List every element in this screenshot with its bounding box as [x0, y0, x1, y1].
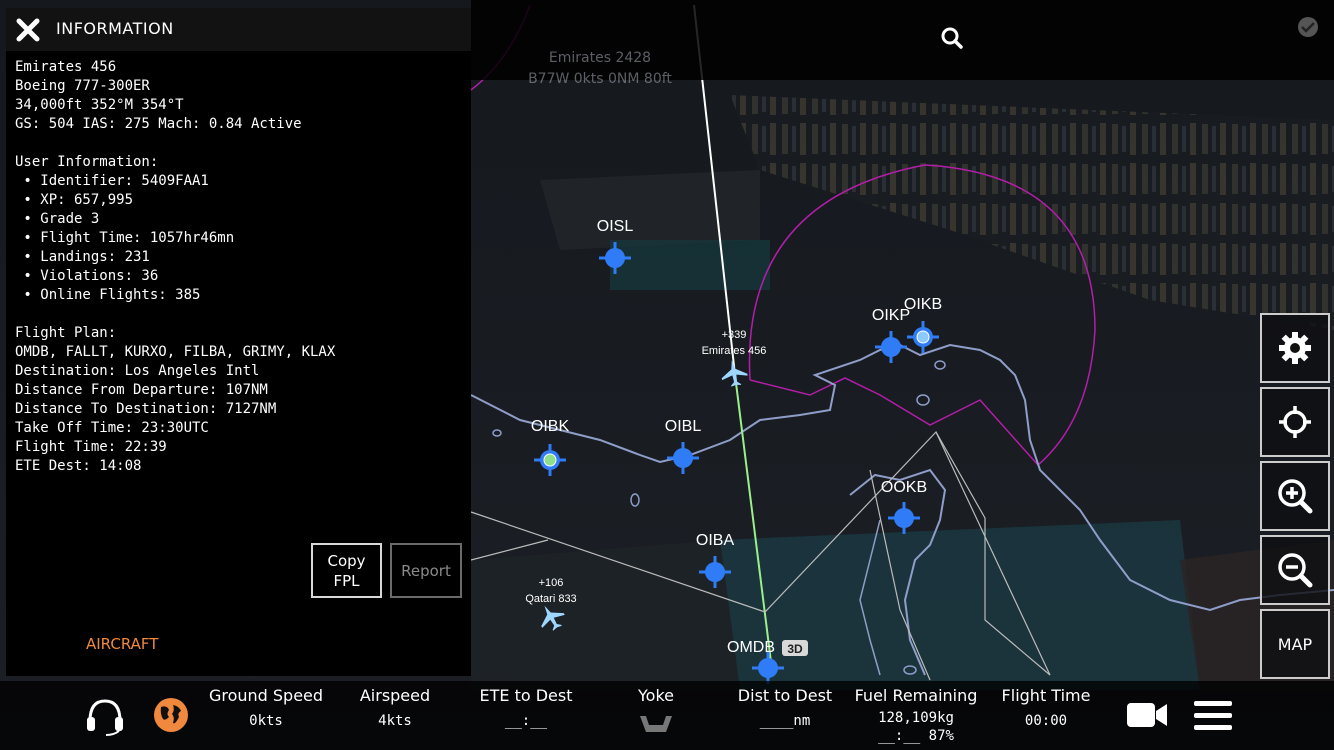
center-button[interactable] — [1260, 387, 1330, 457]
flight-time-stat: Flight Time 00:00 — [976, 681, 1116, 729]
airspeed-label: Airspeed — [359, 686, 431, 705]
aircraft-callsign: Qatari 833 — [525, 593, 576, 605]
fuel-time-value: __:__ 87% — [878, 728, 954, 744]
aircraft-tab[interactable]: AIRCRAFT — [86, 635, 158, 653]
bottom-bar: Ground Speed 0kts Airspeed 4kts ETE to D… — [0, 681, 1334, 750]
menu-icon — [1194, 701, 1232, 730]
zoom-out-button[interactable] — [1260, 535, 1330, 605]
ete-stat: ETE to Dest __:__ — [456, 681, 596, 729]
dist-value: ____nm — [759, 713, 811, 729]
badge-3d[interactable]: 3D — [782, 640, 808, 656]
dist-stat: Dist to Dest ____nm — [715, 681, 855, 729]
fuel-label: Fuel Remaining — [854, 686, 978, 705]
terminal-structure — [540, 170, 760, 250]
copy-fpl-button[interactable]: Copy FPL — [311, 543, 382, 598]
badge-3d-label: 3D — [787, 642, 803, 656]
ground-speed-stat: Ground Speed 0kts — [196, 681, 336, 729]
top-bar — [471, 0, 1334, 80]
ground-speed-label: Ground Speed — [208, 686, 324, 705]
ghost-aircraft-callsign: Emirates 2428 — [548, 50, 652, 66]
live-button[interactable] — [153, 697, 189, 737]
flight-time-value: 00:00 — [1024, 713, 1068, 729]
aircraft-callsign: Emirates 456 — [702, 345, 767, 357]
ete-value: __:__ — [504, 713, 548, 729]
gear-icon — [1279, 332, 1311, 364]
aircraft-altitude: +339 — [722, 329, 747, 341]
crosshair-icon — [1279, 406, 1311, 438]
glass-floor — [720, 520, 1200, 690]
airspeed-stat: Airspeed 4kts — [325, 681, 465, 729]
glass-panel — [610, 240, 770, 290]
fuel-stat: Fuel Remaining 128,109kg __:__ 87% — [846, 681, 986, 744]
waypoint-label: OOKB — [881, 479, 927, 496]
search-icon — [941, 27, 963, 49]
aircraft-altitude: +106 — [539, 577, 564, 589]
zoom-out-icon — [1278, 553, 1313, 588]
search-button[interactable] — [936, 22, 968, 54]
ground-speed-value: 0kts — [249, 713, 283, 729]
waypoint-label: OIBK — [531, 418, 570, 435]
fuel-value: 128,109kg — [878, 710, 954, 726]
close-button[interactable] — [15, 17, 41, 43]
settings-button[interactable] — [1260, 313, 1330, 383]
information-panel: INFORMATION Emirates 456 Boeing 777-300E… — [6, 8, 471, 676]
globe-icon — [154, 698, 188, 732]
flight-info-text: Emirates 456 Boeing 777-300ER 34,000ft 3… — [15, 59, 336, 474]
ete-label: ETE to Dest — [479, 686, 573, 705]
waypoint-label: OIBA — [696, 532, 735, 549]
close-icon — [16, 18, 40, 42]
waypoint-label: OIKB — [904, 296, 942, 313]
confirm-button[interactable] — [1296, 15, 1320, 39]
flight-time-label: Flight Time — [1001, 686, 1091, 705]
panel-header: INFORMATION — [6, 8, 471, 51]
yoke-label: Yoke — [638, 686, 674, 705]
zoom-in-icon — [1278, 479, 1313, 514]
camera-icon — [1127, 703, 1167, 727]
airspeed-value: 4kts — [378, 713, 412, 729]
check-icon — [1298, 17, 1318, 37]
waypoint-label: OISL — [597, 218, 634, 235]
camera-button[interactable] — [1126, 699, 1168, 735]
headset-icon — [87, 699, 123, 736]
menu-button[interactable] — [1193, 699, 1233, 737]
map-button[interactable]: MAP — [1260, 609, 1330, 679]
ghost-aircraft-info: B77W 0kts 0NM 80ft — [528, 71, 672, 87]
panel-title: INFORMATION — [56, 19, 174, 38]
yoke-icon — [586, 710, 726, 740]
zoom-in-button[interactable] — [1260, 461, 1330, 531]
report-button[interactable]: Report — [390, 543, 462, 598]
apron-shadow — [471, 540, 740, 690]
yoke-stat[interactable]: Yoke — [586, 681, 726, 740]
dist-label: Dist to Dest — [737, 686, 833, 705]
waypoint-label: OIBL — [665, 418, 702, 435]
atc-button[interactable] — [84, 695, 126, 741]
waypoint-label: OMDB — [727, 639, 775, 656]
